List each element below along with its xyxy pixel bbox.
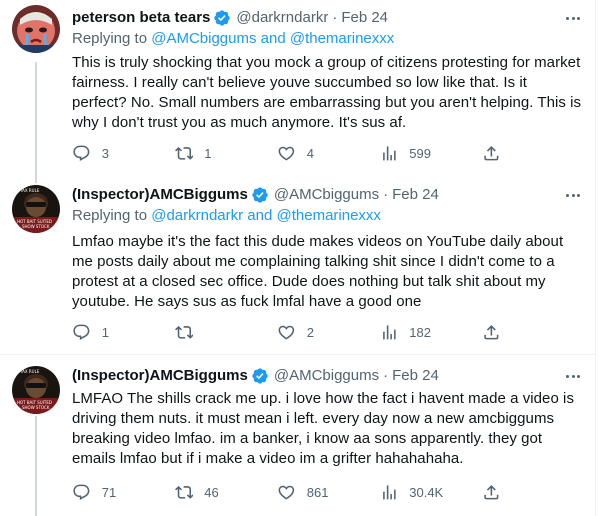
avatar-image: TAX RULE HOT BAIT SUITED SHOW STOCK [12,366,60,414]
like-count: 2 [306,324,314,340]
views-count: 599 [409,145,431,161]
handle[interactable]: @AMCbiggums [274,366,379,386]
tweet-text: Lmfao maybe it's the fact this dude make… [72,233,564,310]
retweet-button[interactable]: 1 [174,144,255,163]
reply-count: 1 [101,324,109,340]
reply-icon [73,484,90,500]
retweet-button[interactable]: 46 [174,483,255,502]
svg-text:TAX RULE: TAX RULE [19,188,40,193]
share-button[interactable] [482,483,502,502]
display-name[interactable]: (Inspector)AMCBiggums [72,366,248,386]
views-button[interactable]: 30.4K [380,483,460,502]
views-icon [382,324,396,340]
more-icon[interactable] [563,8,583,28]
tweet[interactable]: TAX RULE HOT BAIT SUITED SHOW STOCK (Ins… [0,356,595,516]
reply-button[interactable]: 3 [72,144,152,163]
handle[interactable]: @darkrndarkr [236,8,328,28]
display-name[interactable]: (Inspector)AMCBiggums [72,185,248,205]
svg-text:SHOW STOCK: SHOW STOCK [22,405,50,410]
like-button[interactable]: 4 [277,144,357,163]
views-button[interactable]: 182 [380,323,460,342]
replying-to-mentions[interactable]: @AMCbiggums and @themarinexxx [151,30,394,47]
retweet-count: 46 [204,484,219,500]
svg-text:SHOW STOCK: SHOW STOCK [22,224,50,229]
reply-button[interactable]: 71 [72,483,152,502]
reply-count: 71 [101,484,117,500]
reply-count: 3 [101,145,109,161]
tweet-actions: 71 46 861 30.4K [72,482,502,502]
like-count: 861 [306,484,329,500]
timestamp[interactable]: Feb 24 [341,8,388,28]
tweet-body: (Inspector)AMCBiggums @AMCbiggums · Feb … [72,366,582,469]
verified-badge-icon [252,187,268,203]
share-icon [484,145,499,161]
tweet-actions: 3 1 4 599 [72,143,502,163]
svg-text:TAX RULE: TAX RULE [19,369,40,374]
reply-icon [73,145,90,161]
thread-line [35,62,37,175]
reply-icon [73,324,90,340]
more-icon[interactable] [563,366,583,386]
retweet-button[interactable] [174,323,255,342]
avatar[interactable]: TAX RULE HOT BAIT SUITED SHOW STOCK [12,366,60,414]
column-border [595,0,596,516]
separator: · [332,9,338,26]
retweet-icon [174,146,194,160]
like-icon [278,325,295,340]
views-icon [382,145,396,161]
tweet-body: peterson beta tears @darkrndarkr · Feb 2… [72,8,582,133]
tweet-body: (Inspector)AMCBiggums @AMCbiggums · Feb … [72,185,582,312]
views-button[interactable]: 599 [380,144,460,163]
like-count: 4 [306,145,314,161]
timestamp[interactable]: Feb 24 [392,366,439,386]
handle[interactable]: @AMCbiggums [274,185,379,205]
tweet-header: (Inspector)AMCBiggums @AMCbiggums · Feb … [72,366,582,386]
replying-to-label: Replying to [72,30,148,47]
tweet-header: (Inspector)AMCBiggums @AMCbiggums · Feb … [72,185,582,205]
like-icon [278,146,295,161]
verified-badge-icon [252,368,268,384]
avatar-image [12,5,60,53]
share-icon [484,324,499,340]
separator: · [383,367,389,384]
views-count: 30.4K [409,484,444,500]
tweet-text: LMFAO The shills crack me up. i love how… [72,390,574,467]
views-icon [382,484,396,500]
display-name[interactable]: peterson beta tears [72,8,210,28]
more-icon[interactable] [563,185,583,205]
tweet-header: peterson beta tears @darkrndarkr · Feb 2… [72,8,582,28]
replying-to: Replying to @darkrndarkr and @themarinex… [72,206,582,226]
tweet-actions: 1 2 182 [72,322,502,342]
thread-line [35,416,37,516]
tweet[interactable]: TAX RULE HOT BAIT SUITED SHOW STOCK (Ins… [0,175,595,355]
reply-button[interactable]: 1 [72,323,152,342]
share-button[interactable] [482,144,502,163]
timestamp[interactable]: Feb 24 [392,185,439,205]
like-icon [278,485,295,500]
retweet-icon [174,325,194,339]
like-button[interactable]: 2 [277,323,357,342]
avatar[interactable]: TAX RULE HOT BAIT SUITED SHOW STOCK [12,185,60,233]
replying-to-label: Replying to [72,207,148,224]
tweet[interactable]: peterson beta tears @darkrndarkr · Feb 2… [0,0,595,175]
share-button[interactable] [482,323,502,342]
verified-badge-icon [214,10,231,26]
conversation-timeline: peterson beta tears @darkrndarkr · Feb 2… [0,0,601,516]
avatar-image: TAX RULE HOT BAIT SUITED SHOW STOCK [12,185,60,233]
share-icon [484,484,499,500]
tweet-text: This is truly shocking that you mock a g… [72,54,582,131]
retweet-icon [174,485,194,499]
retweet-count: 1 [204,145,212,161]
separator: · [383,186,389,203]
replying-to-mentions[interactable]: @darkrndarkr and @themarinexxx [151,207,381,224]
views-count: 182 [409,324,431,340]
avatar[interactable] [12,5,60,53]
thread-line [35,175,37,183]
replying-to: Replying to @AMCbiggums and @themarinexx… [72,29,582,49]
like-button[interactable]: 861 [277,483,357,502]
